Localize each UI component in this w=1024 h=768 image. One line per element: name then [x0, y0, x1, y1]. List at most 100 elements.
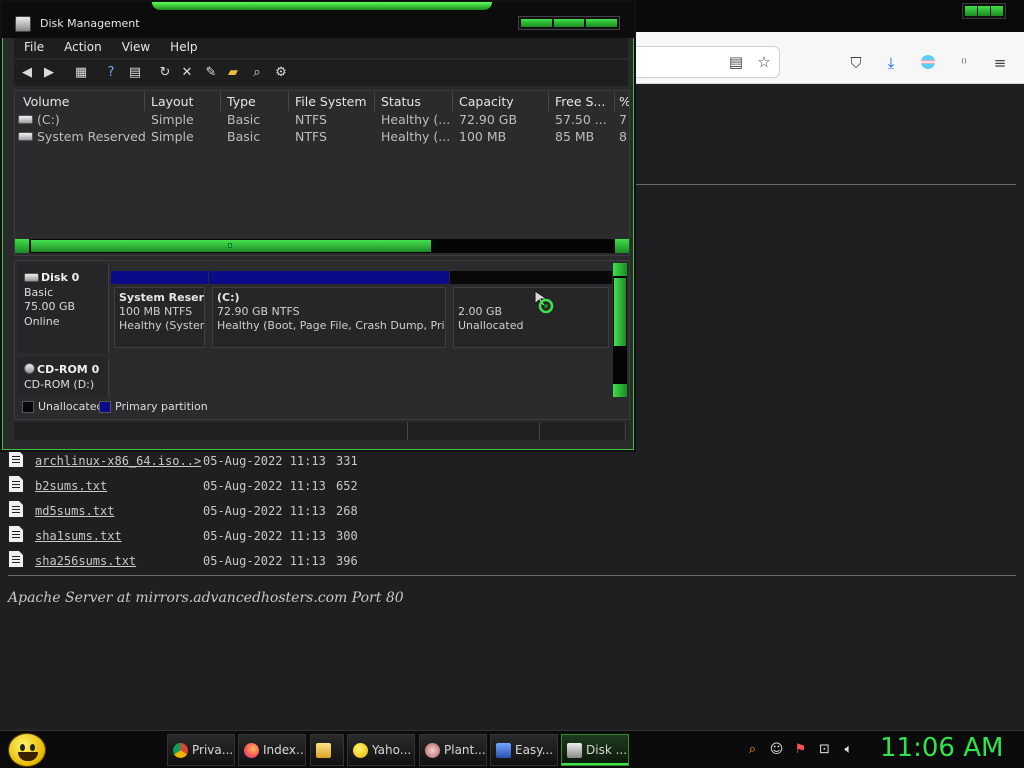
menu-help[interactable]: Help	[160, 38, 207, 58]
messenger-icon[interactable]: ☺	[769, 742, 784, 757]
console-tree-icon[interactable]: ▦	[72, 64, 90, 82]
partition-system-reserved[interactable]: System Reserv 100 MB NTFS Healthy (Syste…	[111, 271, 208, 352]
taskbar-easy[interactable]: Easy...	[490, 734, 558, 766]
minimize-button[interactable]	[521, 19, 552, 27]
taskbar-explorer[interactable]	[310, 734, 344, 766]
scroll-up-button[interactable]	[613, 263, 627, 276]
reader-view-icon[interactable]: ▤	[726, 53, 746, 71]
open-folder-icon[interactable]: ▰	[224, 64, 242, 82]
taskbar-firefox-label: Index...	[263, 743, 306, 757]
forward-arrow-icon[interactable]: ▶	[40, 64, 58, 82]
cell-layout: Simple	[151, 112, 194, 127]
file-icon	[8, 500, 24, 518]
partition-title: System Reserv	[119, 291, 205, 304]
partition-bar	[111, 271, 208, 284]
pocket-icon[interactable]: ⛉	[846, 54, 866, 72]
taskbar-chrome-label: Priva...	[192, 743, 234, 757]
column-free-space[interactable]: Free S...	[549, 92, 615, 111]
menu-view[interactable]: View	[112, 38, 160, 58]
disk-0-label[interactable]: Disk 0 Basic 75.00 GB Online	[17, 263, 109, 353]
show-pane-icon[interactable]: ▤	[126, 64, 144, 82]
column-volume[interactable]: Volume	[17, 92, 145, 111]
search-icon[interactable]: ⌕	[745, 742, 760, 757]
cell-free-space: 57.50 ...	[555, 112, 607, 127]
hamburger-menu-icon[interactable]: ≡	[990, 54, 1010, 72]
help-icon[interactable]: ?	[102, 64, 120, 82]
file-date: 05-Aug-2022 11:13	[203, 479, 326, 493]
legend: Unallocated Primary partition	[17, 397, 613, 417]
browser-window-controls[interactable]	[962, 3, 1006, 19]
cell-capacity: 72.90 GB	[459, 112, 518, 127]
back-arrow-icon[interactable]: ◀	[18, 64, 36, 82]
partition-unallocated[interactable]: 2.00 GB Unallocated	[450, 271, 612, 352]
file-link[interactable]: md5sums.txt	[35, 504, 114, 518]
taskbar-chrome[interactable]: Priva...	[167, 734, 235, 766]
file-link[interactable]: sha1sums.txt	[35, 529, 122, 543]
taskbar-firefox[interactable]: Index...	[238, 734, 306, 766]
legend-swatch-primary	[99, 401, 111, 413]
cdrom-name: CD-ROM 0	[37, 363, 100, 376]
column-file-system[interactable]: File System	[289, 92, 375, 111]
settings-icon[interactable]: ⚙	[272, 64, 290, 82]
bookmark-star-icon[interactable]: ☆	[754, 53, 774, 71]
properties-icon[interactable]: ✎	[202, 64, 220, 82]
file-link[interactable]: b2sums.txt	[35, 479, 107, 493]
table-row[interactable]: (C:) Simple Basic NTFS Healthy (... 72.9…	[15, 111, 629, 128]
taskbar-disk-management[interactable]: Disk ...	[561, 734, 629, 766]
file-size: 331	[336, 454, 358, 468]
table-row[interactable]: System Reserved Simple Basic NTFS Health…	[15, 128, 629, 145]
window-controls[interactable]	[518, 16, 620, 30]
disk-management-icon	[15, 16, 31, 32]
scroll-left-button[interactable]	[15, 239, 29, 253]
cell-type: Basic	[227, 112, 261, 127]
file-link[interactable]: archlinux-x86_64.iso..>	[35, 454, 201, 468]
file-link[interactable]: sha256sums.txt	[35, 554, 136, 568]
menu-file[interactable]: File	[14, 38, 54, 58]
partition-status: Healthy (System,	[119, 319, 205, 332]
server-signature: Apache Server at mirrors.advancedhosters…	[8, 590, 404, 606]
start-button[interactable]	[8, 733, 46, 767]
cell-type: Basic	[227, 129, 261, 144]
file-date: 05-Aug-2022 11:13	[203, 454, 326, 468]
search-icon[interactable]: ⌕	[248, 64, 266, 82]
cell-file-system: NTFS	[295, 129, 327, 144]
legend-label-primary: Primary partition	[115, 400, 208, 413]
window-titlebar[interactable]: Disk Management	[2, 2, 634, 38]
vertical-scrollbar[interactable]	[613, 263, 627, 397]
scroll-right-button[interactable]	[615, 239, 629, 253]
clock[interactable]: 11:06 AM	[880, 733, 1003, 763]
taskbar-yahoo[interactable]: Yaho...	[347, 734, 415, 766]
disk-size: 75.00 GB	[24, 300, 76, 313]
column-capacity[interactable]: Capacity	[453, 92, 549, 111]
file-size: 268	[336, 504, 358, 518]
taskbar-plant[interactable]: Plant...	[419, 734, 487, 766]
column-percent-free[interactable]: %	[615, 92, 629, 111]
delete-icon[interactable]: ✕	[178, 64, 196, 82]
refresh-icon[interactable]: ↻	[156, 64, 174, 82]
volume-icon[interactable]: 🔈︎	[841, 742, 856, 757]
file-size: 300	[336, 529, 358, 543]
horizontal-scrollbar[interactable]	[15, 239, 629, 253]
start-eye-right	[30, 744, 35, 751]
close-button[interactable]	[586, 19, 618, 27]
cdrom-0-label[interactable]: CD-ROM 0 CD-ROM (D:)	[17, 357, 109, 397]
downloads-icon[interactable]: ⤓	[881, 54, 901, 72]
column-type[interactable]: Type	[221, 92, 289, 111]
file-row: b2sums.txt 05-Aug-2022 11:13 652	[8, 473, 608, 498]
maximize-button[interactable]	[553, 19, 585, 27]
disk-type: Basic	[24, 285, 54, 299]
cell-percent-free: 7	[619, 112, 627, 127]
file-row: sha1sums.txt 05-Aug-2022 11:13 300	[8, 523, 608, 548]
disk-state: Online	[24, 314, 60, 328]
column-layout[interactable]: Layout	[145, 92, 221, 111]
url-bar[interactable]: ▤ ☆	[634, 46, 780, 78]
action-center-flag-icon[interactable]: ⚑	[793, 742, 808, 757]
column-status[interactable]: Status	[375, 92, 453, 111]
scroll-down-button[interactable]	[613, 384, 627, 397]
scroll-thumb[interactable]	[614, 278, 626, 346]
menu-action[interactable]: Action	[54, 38, 112, 58]
account-icon[interactable]	[918, 54, 938, 72]
partition-c-drive[interactable]: (C:) 72.90 GB NTFS Healthy (Boot, Page F…	[209, 271, 449, 352]
network-icon[interactable]: ⊡	[817, 742, 832, 757]
extensions-icon[interactable]: ⁽⁾	[954, 54, 974, 72]
